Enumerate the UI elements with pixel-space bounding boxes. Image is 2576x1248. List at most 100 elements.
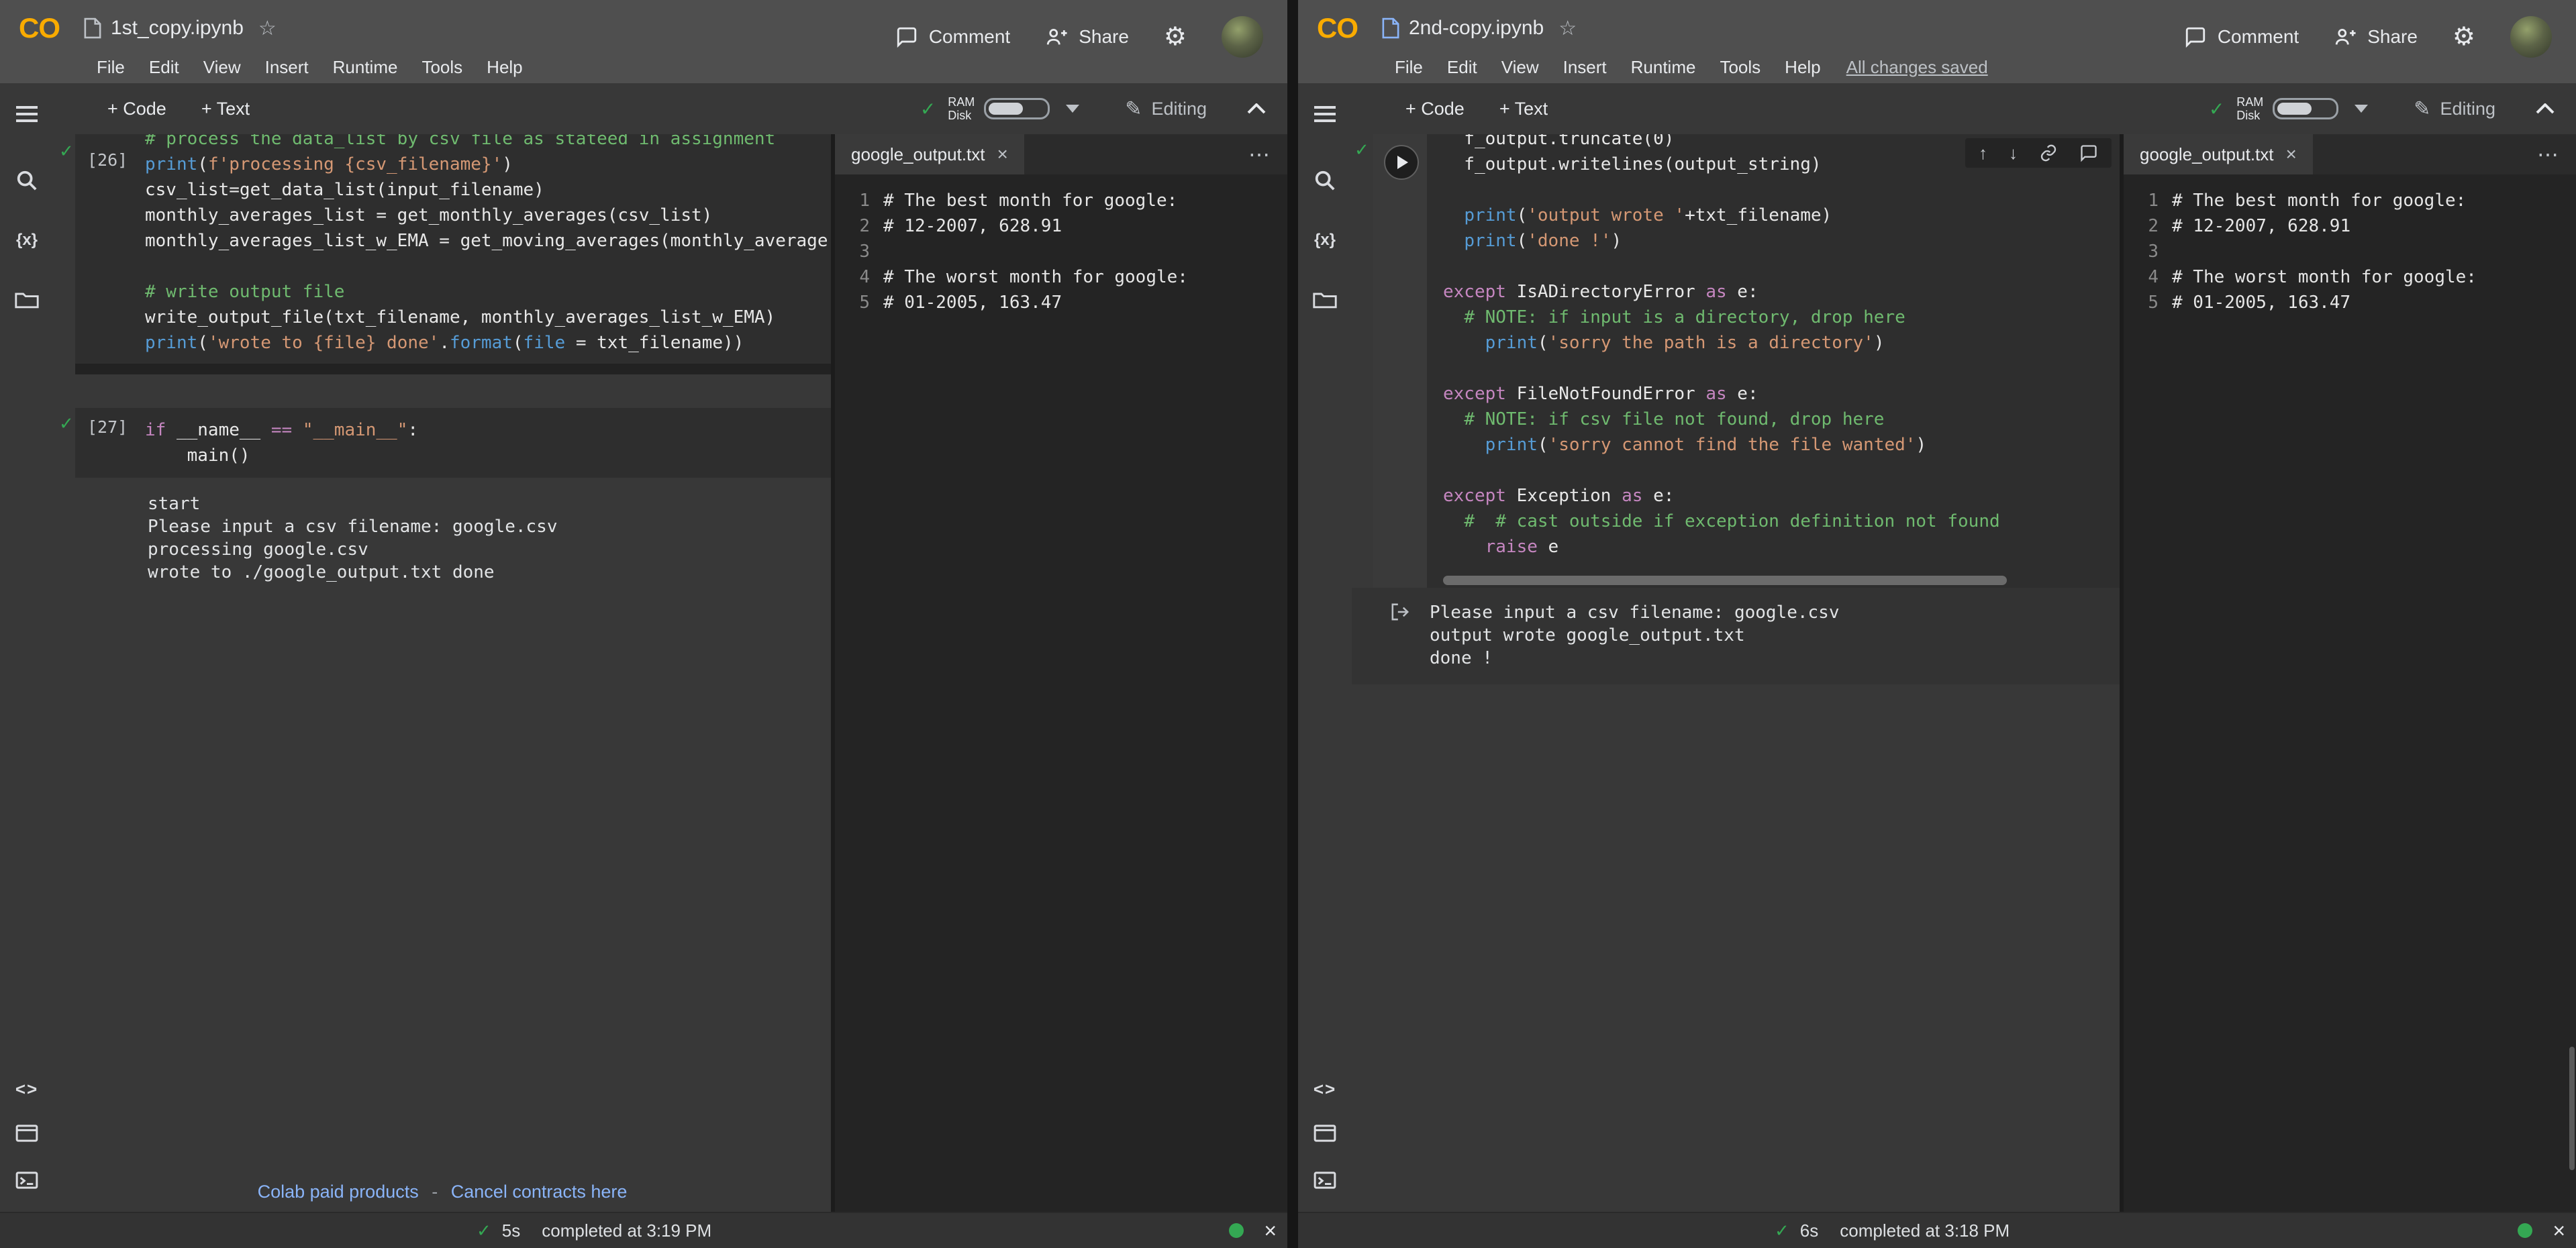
code-line: # process the data_list by csv file as s… <box>145 134 828 152</box>
horizontal-scrollbar-thumb[interactable] <box>1443 576 2007 585</box>
files-folder-icon[interactable] <box>0 290 54 310</box>
code-cell-27[interactable]: [27] if __name__ == "__main__": main() <box>75 408 831 478</box>
share-button[interactable]: Share <box>2334 25 2418 48</box>
footer-links: Colab paid products - Cancel contracts h… <box>54 1182 831 1202</box>
settings-gear-icon[interactable]: ⚙ <box>1164 24 1187 50</box>
menu-view[interactable]: View <box>191 57 253 78</box>
search-icon[interactable] <box>1298 169 1352 192</box>
notebook-column: ✓ [26] # process the data_list by csv fi… <box>54 134 831 1213</box>
close-tab-icon[interactable]: × <box>997 144 1008 165</box>
comment-button[interactable]: Comment <box>2184 25 2299 48</box>
resource-meter[interactable] <box>2273 98 2338 119</box>
close-status-icon[interactable]: × <box>1264 1218 1277 1243</box>
user-avatar[interactable] <box>2510 16 2552 58</box>
notebook-title[interactable]: 2nd-copy.ipynb <box>1409 17 1544 40</box>
terminal-icon[interactable] <box>1298 1172 1352 1189</box>
tab-google-output-txt[interactable]: google_output.txt × <box>835 134 1024 174</box>
comment-icon <box>2184 25 2207 48</box>
line-number: 4 <box>835 264 870 290</box>
code-cell-26[interactable]: [26] # process the data_list by csv file… <box>75 134 831 374</box>
colab-logo[interactable]: CO <box>1317 12 1358 44</box>
table-of-contents-icon[interactable] <box>0 105 54 123</box>
comment-icon <box>895 25 918 48</box>
add-code-button[interactable]: + Code <box>1405 99 1465 119</box>
variables-icon[interactable]: {x} <box>0 231 54 250</box>
menu-help[interactable]: Help <box>475 57 534 78</box>
menu-runtime[interactable]: Runtime <box>1619 57 1708 78</box>
code-editor[interactable]: f_output.truncate(0) f_output.writelines… <box>1443 134 2117 574</box>
line-number: 1 <box>835 188 870 213</box>
ram-disk-label: RAM Disk <box>948 95 975 122</box>
comment-label: Comment <box>929 26 1010 48</box>
code-editor[interactable]: # process the data_list by csv file as s… <box>145 134 828 364</box>
notebook-content: ✓ [26] # process the data_list by csv fi… <box>54 134 1287 1213</box>
resource-meter[interactable] <box>984 98 1050 119</box>
file-content[interactable]: 1# The best month for google:2# 12-2007,… <box>835 174 1287 315</box>
user-avatar[interactable] <box>1222 16 1263 58</box>
cell-output-text: Please input a csv filename: google.csvo… <box>1430 601 1839 670</box>
command-palette-icon[interactable] <box>0 1125 54 1142</box>
menu-view[interactable]: View <box>1489 57 1551 78</box>
chevron-up-icon[interactable] <box>2536 103 2555 114</box>
vertical-scrollbar-thumb[interactable] <box>2569 1047 2575 1170</box>
move-cell-down-icon[interactable]: ↓ <box>2009 144 2018 162</box>
add-code-button[interactable]: + Code <box>107 99 166 119</box>
terminal-icon[interactable] <box>0 1172 54 1189</box>
window-header: CO 2nd-copy.ipynb ☆ File Edit View Inser… <box>1298 0 2576 83</box>
close-tab-icon[interactable]: × <box>2286 144 2297 165</box>
line-text: # The best month for google: <box>2172 188 2466 213</box>
colab-paid-products-link[interactable]: Colab paid products <box>258 1182 419 1202</box>
connected-check-icon: ✓ <box>2209 98 2224 120</box>
variables-icon[interactable]: {x} <box>1298 231 1352 250</box>
menu-file[interactable]: File <box>1383 57 1435 78</box>
star-icon[interactable]: ☆ <box>1558 17 1577 40</box>
menu-edit[interactable]: Edit <box>1435 57 1489 78</box>
file-viewer-panel: google_output.txt × ⋯ 1# The best month … <box>2120 134 2576 1213</box>
code-cell[interactable]: ↑ ↓ f_output.truncate(0) f_output.writel… <box>1373 134 2120 588</box>
close-status-icon[interactable]: × <box>2553 1218 2565 1243</box>
editing-mode-button[interactable]: ✎ Editing <box>2414 97 2495 121</box>
command-palette-icon[interactable] <box>1298 1125 1352 1142</box>
editing-mode-button[interactable]: ✎ Editing <box>1125 97 1207 121</box>
menu-tools[interactable]: Tools <box>1707 57 1773 78</box>
cell-gutter <box>1373 134 1427 588</box>
settings-gear-icon[interactable]: ⚙ <box>2453 24 2475 50</box>
chevron-up-icon[interactable] <box>1247 103 1266 114</box>
share-button[interactable]: Share <box>1045 25 1129 48</box>
files-folder-icon[interactable] <box>1298 290 1352 310</box>
add-text-button[interactable]: + Text <box>201 99 250 119</box>
horizontal-scrollbar[interactable] <box>75 364 831 374</box>
tab-google-output-txt[interactable]: google_output.txt × <box>2124 134 2313 174</box>
notebook-title[interactable]: 1st_copy.ipynb <box>111 17 244 40</box>
add-comment-icon[interactable] <box>2079 144 2098 162</box>
menu-file[interactable]: File <box>85 57 137 78</box>
code-snippets-icon[interactable]: <> <box>1298 1079 1352 1100</box>
chevron-down-icon[interactable] <box>1066 105 1079 113</box>
menu-help[interactable]: Help <box>1773 57 1832 78</box>
menu-insert[interactable]: Insert <box>1551 57 1619 78</box>
run-cell-button[interactable] <box>1384 145 1419 180</box>
comment-button[interactable]: Comment <box>895 25 1010 48</box>
execution-status: ✓ 5s completed at 3:19 PM <box>477 1213 711 1248</box>
file-line: 5# 01-2005, 163.47 <box>835 290 1287 315</box>
chevron-down-icon[interactable] <box>2355 105 2368 113</box>
output-icon[interactable] <box>1389 601 1411 623</box>
star-icon[interactable]: ☆ <box>258 17 277 40</box>
menu-runtime[interactable]: Runtime <box>321 57 410 78</box>
table-of-contents-icon[interactable] <box>1298 105 1352 123</box>
more-options-icon[interactable]: ⋯ <box>2537 142 2576 167</box>
status-check-icon: ✓ <box>477 1220 491 1241</box>
menu-edit[interactable]: Edit <box>137 57 191 78</box>
code-editor[interactable]: if __name__ == "__main__": main() <box>145 417 828 478</box>
menu-tools[interactable]: Tools <box>409 57 475 78</box>
move-cell-up-icon[interactable]: ↑ <box>1979 144 1987 162</box>
code-snippets-icon[interactable]: <> <box>0 1079 54 1100</box>
file-content[interactable]: 1# The best month for google:2# 12-2007,… <box>2124 174 2576 315</box>
colab-logo[interactable]: CO <box>19 12 60 44</box>
add-text-button[interactable]: + Text <box>1499 99 1548 119</box>
link-cell-icon[interactable] <box>2039 144 2058 162</box>
more-options-icon[interactable]: ⋯ <box>1248 142 1287 167</box>
cancel-contracts-link[interactable]: Cancel contracts here <box>451 1182 628 1202</box>
search-icon[interactable] <box>0 169 54 192</box>
menu-insert[interactable]: Insert <box>253 57 321 78</box>
